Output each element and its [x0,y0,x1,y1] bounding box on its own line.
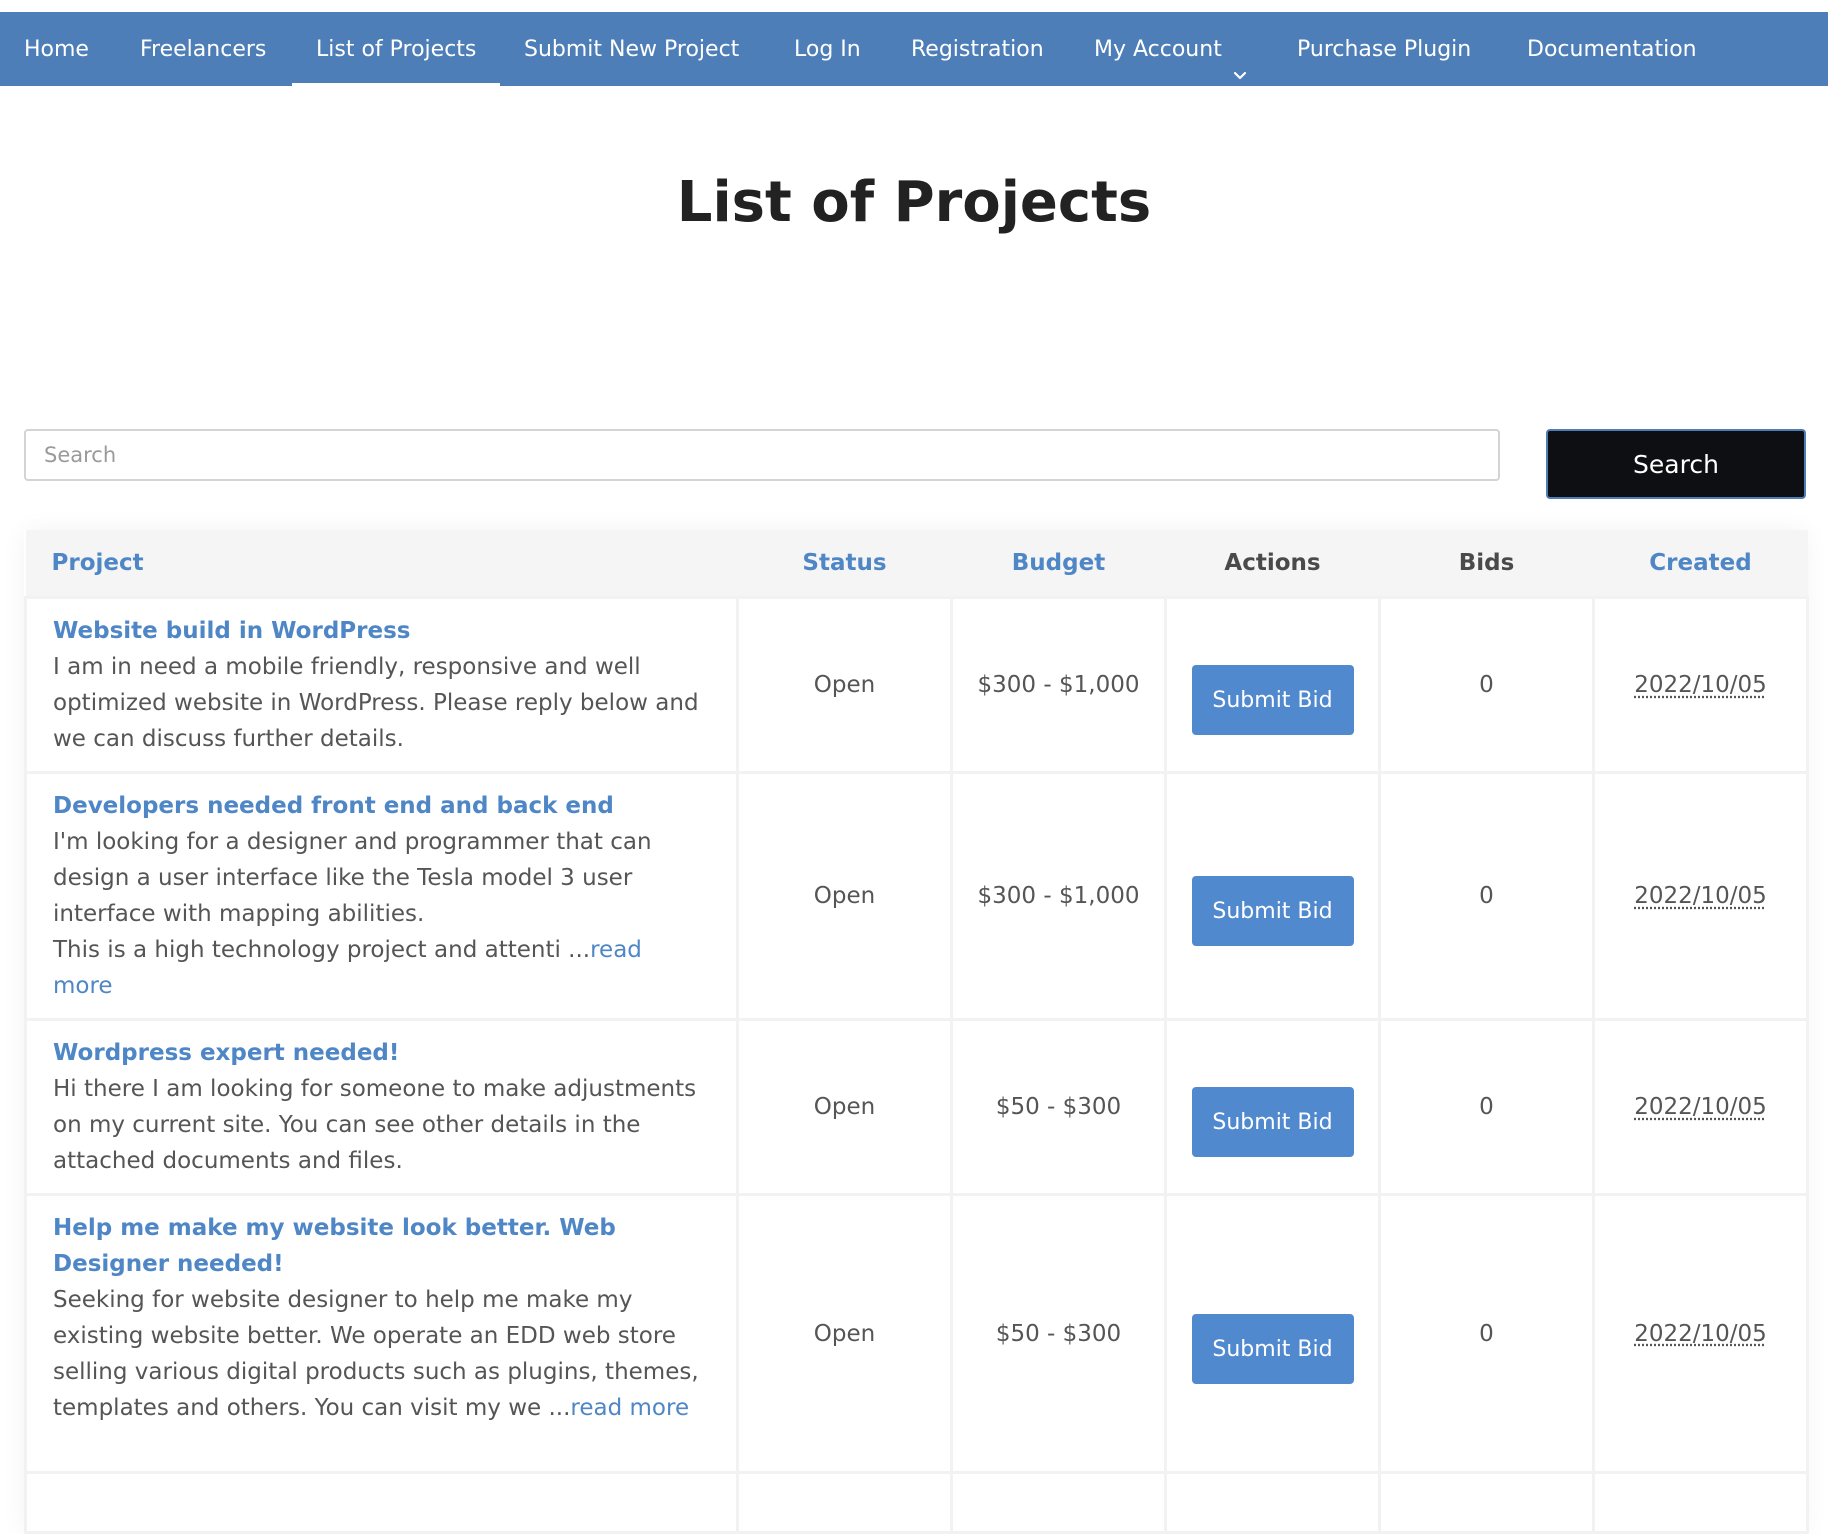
created-cell: 2022/10/05 [1592,1018,1809,1196]
table-row: Help me make my website look better. Web… [24,1193,1809,1474]
read-more-link[interactable]: read more [570,1395,689,1421]
project-cell: Wordpress expert needed! Hi there I am l… [24,1018,739,1196]
column-header-bids: Bids [1379,530,1594,598]
table-row: Developers needed front end and back end… [24,771,1809,1021]
table-row: Website build in WordPress I am in need … [24,596,1809,774]
nav-item-freelancers[interactable]: Freelancers [140,12,266,86]
project-title-link[interactable]: Help me make my website look better. Web… [53,1210,706,1282]
project-title-link[interactable]: Website build in WordPress [53,613,706,649]
submit-bid-button[interactable]: Submit Bid [1191,1313,1354,1384]
nav-item-my-account[interactable]: My Account [1094,12,1248,86]
actions-cell: Submit Bid [1164,1193,1381,1474]
project-cell: Developers needed front end and back end… [24,771,739,1021]
page-title: List of Projects [676,170,1152,235]
actions-cell: Submit Bid [1164,596,1381,774]
nav-item-documentation[interactable]: Documentation [1527,12,1697,86]
search-input[interactable] [24,429,1500,481]
nav-item-purchase-plugin[interactable]: Purchase Plugin [1297,12,1471,86]
status-cell [736,1471,953,1534]
column-header-actions: Actions [1165,530,1380,598]
status-cell: Open [736,1193,953,1474]
submit-bid-button[interactable]: Submit Bid [1191,1087,1354,1157]
project-title-link[interactable]: Wordpress expert needed! [53,1035,706,1071]
created-date: 2022/10/05 [1634,883,1767,909]
nav-item-submit-new-project[interactable]: Submit New Project [524,12,739,86]
project-title-link[interactable]: Developers needed front end and back end [53,788,706,824]
project-description: Hi there I am looking for someone to mak… [53,1076,697,1174]
created-date: 2022/10/05 [1634,672,1767,698]
created-cell [1592,1471,1809,1534]
bids-cell [1378,1471,1595,1534]
submit-bid-button[interactable]: Submit Bid [1191,876,1354,946]
created-cell: 2022/10/05 [1592,771,1809,1021]
budget-cell: $300 - $1,000 [950,771,1167,1021]
project-description: I'm looking for a designer and programme… [53,829,652,963]
nav-item-my-account-label: My Account [1094,37,1222,62]
bids-cell: 0 [1378,1193,1595,1474]
created-cell: 2022/10/05 [1592,1193,1809,1474]
column-header-status[interactable]: Status [737,530,952,598]
submit-bid-button[interactable]: Submit Bid [1191,665,1354,735]
column-header-created[interactable]: Created [1593,530,1808,598]
budget-cell: $50 - $300 [950,1193,1167,1474]
budget-cell: $50 - $300 [950,1018,1167,1196]
projects-table: Project Status Budget Actions Bids Creat… [24,530,1809,1534]
table-row [24,1471,1809,1534]
search-button[interactable]: Search [1546,429,1806,499]
project-cell [24,1471,739,1534]
created-date: 2022/10/05 [1634,1094,1767,1120]
bids-cell: 0 [1378,1018,1595,1196]
bids-cell: 0 [1378,596,1595,774]
actions-cell [1164,1471,1381,1534]
bids-cell: 0 [1378,771,1595,1021]
chevron-down-icon [1232,39,1248,80]
status-cell: Open [736,771,953,1021]
actions-cell: Submit Bid [1164,1018,1381,1196]
created-cell: 2022/10/05 [1592,596,1809,774]
project-cell: Website build in WordPress I am in need … [24,596,739,774]
top-navigation-bar: Home Freelancers List of Projects Submit… [0,12,1828,86]
nav-item-home[interactable]: Home [24,12,89,86]
nav-menu: Home Freelancers List of Projects Submit… [0,12,1828,86]
budget-cell [950,1471,1167,1534]
nav-item-list-of-projects[interactable]: List of Projects [291,12,501,86]
column-header-project[interactable]: Project [25,530,738,598]
projects-table-container: Project Status Budget Actions Bids Creat… [24,530,1809,1534]
status-cell: Open [736,596,953,774]
column-header-budget[interactable]: Budget [951,530,1166,598]
project-cell: Help me make my website look better. Web… [24,1193,739,1474]
budget-cell: $300 - $1,000 [950,596,1167,774]
nav-item-log-in[interactable]: Log In [794,12,861,86]
created-date: 2022/10/05 [1634,1320,1767,1347]
project-description: I am in need a mobile friendly, responsi… [53,654,699,752]
status-cell: Open [736,1018,953,1196]
table-row: Wordpress expert needed! Hi there I am l… [24,1018,1809,1196]
actions-cell: Submit Bid [1164,771,1381,1021]
table-header-row: Project Status Budget Actions Bids Creat… [25,530,1808,598]
nav-item-registration[interactable]: Registration [911,12,1044,86]
